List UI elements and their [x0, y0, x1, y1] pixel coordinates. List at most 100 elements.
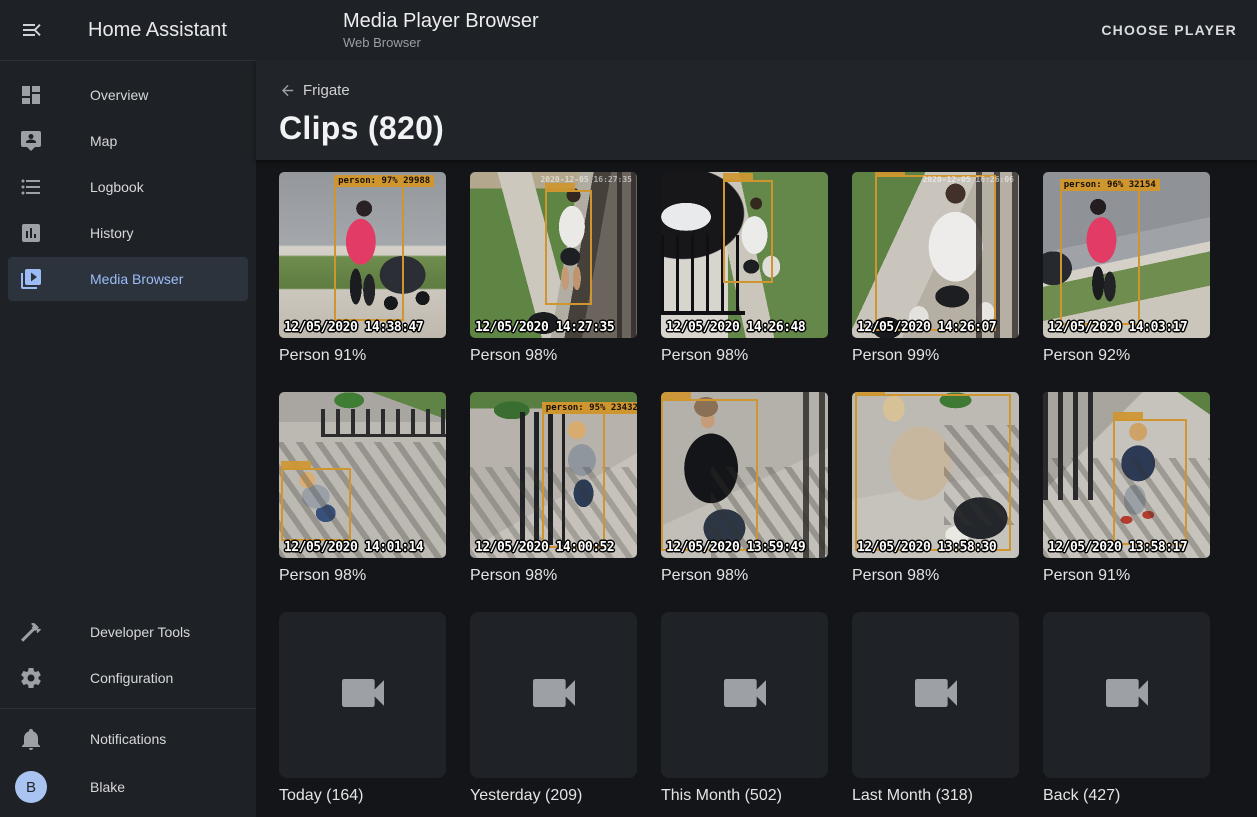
list-icon [19, 175, 43, 199]
folder-caption: Today (164) [279, 786, 446, 805]
clip-caption: Person 98% [279, 566, 446, 585]
folder-caption: This Month (502) [661, 786, 828, 805]
clip-item[interactable]: 2020-12-05 16:26:0612/05/2020 14:26:07Pe… [852, 172, 1019, 365]
gear-icon [19, 666, 43, 690]
detection-banner: person: 95% 23432 [542, 402, 637, 414]
clip-caption: Person 99% [852, 346, 1019, 365]
view-dashboard-icon [19, 83, 43, 107]
user-name: Blake [90, 779, 125, 795]
sidebar-item-logbook[interactable]: Logbook [8, 165, 248, 209]
clip-caption: Person 91% [279, 346, 446, 365]
clip-thumbnail: 12/05/2020 13:58:17 [1043, 392, 1210, 558]
play-box-multiple-icon [19, 267, 43, 291]
sidebar-item-label: Logbook [90, 179, 144, 195]
clip-timestamp: 12/05/2020 14:38:47 [284, 320, 423, 335]
clip-timestamp: 12/05/2020 13:59:49 [666, 540, 805, 555]
detection-bbox [281, 468, 351, 541]
clip-item[interactable]: 2020-12-05 16:27:3512/05/2020 14:27:35 Pe… [470, 172, 637, 365]
clip-item[interactable]: 12/05/2020 13:58:17 Person 91% [1043, 392, 1210, 585]
sidebar-item-label: History [90, 225, 134, 241]
detection-bbox [661, 399, 758, 552]
sidebar-item-overview[interactable]: Overview [8, 73, 248, 117]
clip-thumbnail: 12/05/2020 14:26:48 [661, 172, 828, 338]
folder-thumbnail [1043, 612, 1210, 778]
sidebar-item-configuration[interactable]: Configuration [8, 656, 248, 700]
clip-timestamp: 12/05/2020 14:26:07 [857, 320, 996, 335]
clip-caption: Person 98% [470, 566, 637, 585]
clip-thumbnail: 12/05/2020 14:01:14 [279, 392, 446, 558]
clip-item[interactable]: person: 95% 23432 12/05/2020 14:00:52 Pers… [470, 392, 637, 585]
detection-bbox [855, 394, 1010, 552]
folder-item-last-month-[interactable]: Last Month (318) [852, 612, 1019, 805]
bell-icon [19, 727, 43, 751]
tooltip-account-icon [19, 129, 43, 153]
clip-timestamp: 12/05/2020 14:03:17 [1048, 320, 1187, 335]
clip-item[interactable]: 12/05/2020 14:01:14 Person 98% [279, 392, 446, 585]
sidebar-item-label: Map [90, 133, 117, 149]
folder-thumbnail [852, 612, 1019, 778]
sidebar-user[interactable]: B Blake [8, 765, 248, 809]
menu-open-icon[interactable] [18, 16, 46, 44]
detection-bbox [875, 175, 995, 331]
clip-caption: Person 91% [1043, 566, 1210, 585]
folder-item-today-[interactable]: Today (164) [279, 612, 446, 805]
sidebar-item-history[interactable]: History [8, 211, 248, 255]
sidebar-item-developer-tools[interactable]: Developer Tools [8, 610, 248, 654]
folder-caption: Yesterday (209) [470, 786, 637, 805]
clip-thumbnail: person: 97% 2998812/05/2020 14:38:47 [279, 172, 446, 338]
clip-thumbnail: 12/05/2020 13:58:30 [852, 392, 1019, 558]
videocam-icon [717, 665, 773, 726]
sidebar-spacer [0, 303, 256, 608]
sidebar: Overview Map Logbook History Media Browser D… [0, 60, 256, 817]
clip-item[interactable]: person: 96% 32154 12/05/2020 14:03:17 Pers… [1043, 172, 1210, 365]
sidebar-item-label: Developer Tools [90, 624, 190, 640]
videocam-icon [335, 665, 391, 726]
media-grid-area: person: 97% 2998812/05/2020 14:38:47 Pers… [256, 160, 1257, 817]
sidebar-item-map[interactable]: Map [8, 119, 248, 163]
clips-grid: person: 97% 2998812/05/2020 14:38:47 Pers… [279, 172, 1257, 585]
clip-caption: Person 98% [661, 346, 828, 365]
folder-caption: Last Month (318) [852, 786, 1019, 805]
folders-grid: Today (164) Yesterday (209) This Month (50… [279, 612, 1257, 805]
sidebar-item-notifications[interactable]: Notifications [8, 717, 248, 761]
media-browser-header: Media Player Browser Web Browser [343, 9, 539, 51]
clip-timestamp: 12/05/2020 13:58:17 [1048, 540, 1187, 555]
avatar: B [15, 771, 47, 803]
clip-item[interactable]: 12/05/2020 13:58:30Person 98% [852, 392, 1019, 585]
clip-timestamp: 12/05/2020 14:27:35 [475, 320, 614, 335]
videocam-icon [526, 665, 582, 726]
clip-thumbnail: 12/05/2020 13:59:49 [661, 392, 828, 558]
clip-thumbnail: 2020-12-05 16:27:3512/05/2020 14:27:35 [470, 172, 637, 338]
videocam-icon [908, 665, 964, 726]
clip-item[interactable]: 12/05/2020 13:59:49 Person 98% [661, 392, 828, 585]
sidebar-divider [0, 708, 256, 709]
main-content: Frigate Clips (820) person: 97% 2998812/… [256, 60, 1257, 817]
detection-bbox: person: 97% 29988 [334, 185, 404, 321]
folder-item-back-[interactable]: Back (427) [1043, 612, 1210, 805]
media-browser-subtitle: Web Browser [343, 35, 539, 51]
choose-player-button[interactable]: CHOOSE PLAYER [1101, 22, 1237, 38]
folder-item-yesterday-[interactable]: Yesterday (209) [470, 612, 637, 805]
clip-caption: Person 98% [470, 346, 637, 365]
folder-item-this-month-[interactable]: This Month (502) [661, 612, 828, 805]
clip-timestamp: 12/05/2020 14:00:52 [475, 540, 614, 555]
detection-banner: person: 96% 32154 [1060, 179, 1160, 191]
chart-box-icon [19, 221, 43, 245]
hammer-icon [19, 620, 43, 644]
clip-caption: Person 98% [661, 566, 828, 585]
sidebar-item-label: Notifications [90, 731, 166, 747]
sidebar-item-media-browser[interactable]: Media Browser [8, 257, 248, 301]
sidebar-item-label: Overview [90, 87, 148, 103]
sidebar-item-label: Configuration [90, 670, 173, 686]
folder-thumbnail [279, 612, 446, 778]
folder-thumbnail [661, 612, 828, 778]
clip-item[interactable]: person: 97% 2998812/05/2020 14:38:47 Pers… [279, 172, 446, 365]
page-title: Clips (820) [279, 110, 1257, 147]
breadcrumb[interactable]: Frigate [279, 82, 350, 99]
clip-thumbnail: person: 96% 32154 12/05/2020 14:03:17 [1043, 172, 1210, 338]
clip-thumbnail: person: 95% 23432 12/05/2020 14:00:52 [470, 392, 637, 558]
clip-timestamp: 12/05/2020 14:01:14 [284, 540, 423, 555]
clip-caption: Person 92% [1043, 346, 1210, 365]
clip-item[interactable]: 12/05/2020 14:26:48 Person 98% [661, 172, 828, 365]
folder-thumbnail [470, 612, 637, 778]
